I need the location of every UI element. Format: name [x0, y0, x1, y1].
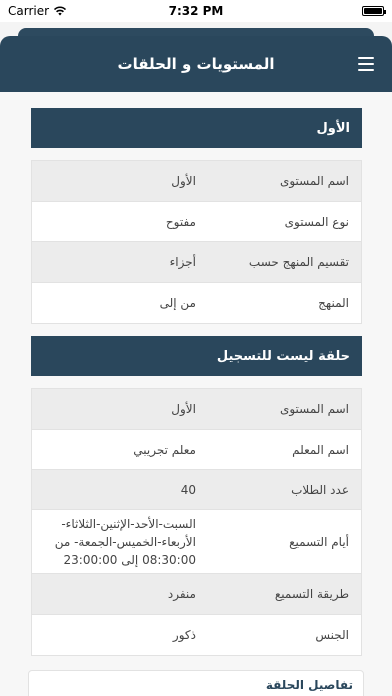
table-row: أيام التسميع السبت-الأحد-الإثنين-الثلاثا…: [32, 510, 361, 574]
wifi-icon: [53, 6, 67, 16]
table-row: طريقة التسميع منفرد: [32, 574, 361, 615]
row-value: من إلى: [159, 296, 196, 310]
menu-line: [358, 63, 374, 65]
table-row: الجنس ذكور: [32, 615, 361, 655]
level-table: اسم المستوى الأول نوع المستوى مفتوح تقسي…: [31, 160, 362, 324]
row-value: مفتوح: [165, 214, 196, 229]
table-row: اسم المستوى الأول: [32, 389, 361, 430]
status-bar: Carrier 7:32 PM: [0, 0, 392, 22]
table-row: تقسيم المنهج حسب أجزاء: [32, 242, 361, 283]
row-value: منفرد: [167, 587, 196, 601]
row-label: اسم المستوى: [279, 402, 349, 416]
table-row: اسم المعلم معلم تجريبي: [32, 430, 361, 470]
status-left: Carrier: [8, 4, 67, 18]
row-value: الأول: [171, 402, 196, 416]
level-section-header: الأول: [31, 108, 362, 148]
table-row: المنهج من إلى: [32, 283, 361, 323]
menu-icon[interactable]: [358, 57, 374, 71]
row-label: طريقة التسميع: [274, 587, 349, 601]
row-label: تقسيم المنهج حسب: [248, 255, 349, 269]
row-label: أيام التسميع: [289, 534, 349, 549]
row-label: الجنس: [315, 628, 349, 642]
level-section-title: الأول: [316, 120, 351, 136]
table-row: نوع المستوى مفتوح: [32, 202, 361, 242]
row-label: نوع المستوى: [284, 214, 349, 229]
circle-section-title: حلقة ليست للتسجيل: [216, 348, 350, 364]
battery-icon: [362, 6, 386, 16]
nav-bar: المستويات و الحلقات: [0, 36, 392, 92]
carrier-label: Carrier: [8, 4, 50, 18]
circle-details-card[interactable]: تفاصيل الحلقة: [28, 670, 364, 696]
row-value: 40: [180, 482, 196, 497]
menu-line: [358, 69, 374, 71]
row-value: ذكور: [172, 628, 196, 642]
row-value: معلم تجريبي: [133, 442, 196, 457]
battery-fill: [364, 8, 382, 14]
row-label: عدد الطلاب: [291, 482, 349, 497]
circle-table: اسم المستوى الأول اسم المعلم معلم تجريبي…: [31, 388, 362, 656]
row-label: اسم المعلم: [292, 442, 349, 457]
row-label: المنهج: [318, 296, 349, 310]
row-label: اسم المستوى: [279, 174, 349, 188]
circle-details-title: تفاصيل الحلقة: [265, 678, 353, 692]
table-row: عدد الطلاب 40: [32, 470, 361, 510]
row-value: السبت-الأحد-الإثنين-الثلاثاء-الأربعاء-ال…: [54, 516, 196, 567]
menu-line: [358, 57, 374, 59]
row-value: أجزاء: [169, 255, 196, 269]
table-row: اسم المستوى الأول: [32, 161, 361, 202]
circle-section-header: حلقة ليست للتسجيل: [31, 336, 362, 376]
row-value: الأول: [171, 174, 196, 188]
page-title: المستويات و الحلقات: [117, 55, 275, 73]
